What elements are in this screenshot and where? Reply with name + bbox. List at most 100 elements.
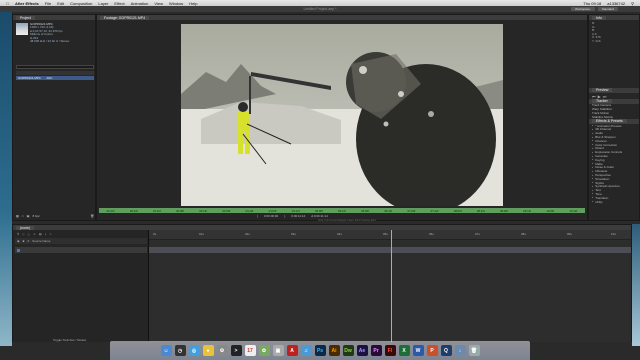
draft-3d-icon[interactable]: △ bbox=[28, 232, 30, 236]
excel-icon[interactable]: X bbox=[398, 345, 410, 356]
dreamweaver-icon[interactable]: Dw bbox=[342, 345, 354, 356]
flash-icon[interactable]: Fl bbox=[384, 345, 396, 356]
ruler-tick: 00:12f bbox=[106, 208, 115, 213]
snowboard-scene-image bbox=[181, 24, 503, 206]
downloads-icon[interactable]: ↓ bbox=[454, 345, 466, 356]
footage-frame[interactable] bbox=[181, 24, 503, 206]
powerpoint-icon[interactable]: P bbox=[426, 345, 438, 356]
new-folder-icon[interactable]: □ bbox=[22, 214, 24, 218]
interpret-footage-icon[interactable]: ▩ bbox=[16, 214, 19, 218]
menu-layer[interactable]: Layer bbox=[98, 1, 108, 6]
photoshop-icon[interactable]: Ps bbox=[314, 345, 326, 356]
ruler-tick: 06:12f bbox=[384, 208, 393, 213]
first-frame-icon[interactable]: ⏮ bbox=[592, 94, 596, 99]
premiere-icon[interactable]: Pr bbox=[370, 345, 382, 356]
ruler-tick: 06:00f bbox=[361, 208, 369, 213]
timeline-ruler[interactable]: 0s 01s 02s 03s 04s 05s 06s 07s 08s 09s 1… bbox=[149, 230, 631, 240]
clock[interactable]: Thu 09:18 bbox=[583, 1, 601, 6]
menu-view[interactable]: View bbox=[154, 1, 163, 6]
illustrator-icon[interactable]: Ai bbox=[328, 345, 340, 356]
spotlight-icon[interactable]: ⚲ bbox=[631, 1, 634, 6]
tab-footage[interactable]: Footage: GOPR0121.MP4 bbox=[100, 15, 150, 20]
project-item-row[interactable]: GOPR0121.MP4 AVC bbox=[16, 76, 94, 80]
current-time-indicator[interactable] bbox=[391, 230, 392, 342]
tab-tracker[interactable]: Tracker bbox=[592, 99, 612, 104]
motion-blur-icon[interactable]: ◐ bbox=[45, 232, 47, 236]
trash-icon[interactable]: 🗑 bbox=[468, 345, 480, 356]
footage-time-ruler[interactable]: 00:12f 00:24f 01:12f 02:00f 02:12f 03:00… bbox=[99, 208, 585, 213]
calendar-icon[interactable]: 17 bbox=[244, 345, 256, 356]
timeline-ruler-tick: 0s bbox=[153, 232, 157, 236]
quicktime-icon[interactable]: Q bbox=[440, 345, 452, 356]
graph-editor-icon[interactable]: ≈ bbox=[50, 232, 52, 236]
last-frame-icon[interactable]: ⏭ bbox=[603, 94, 607, 99]
desktop-background-right bbox=[632, 224, 640, 346]
word-icon[interactable]: W bbox=[412, 345, 424, 356]
window-title-bar: Untitled Project.aep * Workspace: Standa… bbox=[0, 6, 640, 12]
trash-icon[interactable]: 🗑 bbox=[90, 214, 94, 218]
ruler-tick: 10:00f bbox=[546, 208, 555, 213]
after-effects-icon[interactable]: Ae bbox=[356, 345, 368, 356]
photos-icon[interactable]: ✿ bbox=[258, 345, 270, 356]
desktop-background-left bbox=[0, 6, 12, 346]
app-menu[interactable]: After Effects bbox=[15, 1, 39, 6]
tab-preview[interactable]: Preview bbox=[592, 88, 613, 93]
menu-help[interactable]: Help bbox=[189, 1, 197, 6]
apple-menu-icon[interactable]:  bbox=[6, 1, 9, 6]
system-preferences-icon[interactable]: ⚙ bbox=[216, 345, 228, 356]
set-in-point-icon[interactable]: { bbox=[257, 214, 258, 218]
workspace-label: Workspace: bbox=[571, 7, 595, 11]
preview-icon[interactable]: ▣ bbox=[272, 345, 284, 356]
label-icon: ■ bbox=[22, 239, 25, 243]
ruler-tick: 03:12f bbox=[245, 208, 254, 213]
menu-composition[interactable]: Composition bbox=[70, 1, 92, 6]
search-icon[interactable]: ⚲ bbox=[17, 232, 19, 236]
expand-triangle-icon: ▸ bbox=[592, 200, 594, 204]
menu-animation[interactable]: Animation bbox=[131, 1, 149, 6]
timeline-panel: (none) ⚲ ◇ △ ☺ ▤ ◐ ≈ ◉ ■ # Source Name T… bbox=[12, 224, 632, 342]
menu-file[interactable]: File bbox=[45, 1, 51, 6]
edit-buttons-label[interactable]: Edit Untrimmed Ripple Insert Edit Overla… bbox=[267, 218, 427, 222]
expand-triangle-icon: ▸ bbox=[592, 196, 594, 200]
finder-icon[interactable]: ☺ bbox=[160, 345, 172, 356]
tab-effects-presets[interactable]: Effects & Presets bbox=[592, 119, 627, 124]
menu-effect[interactable]: Effect bbox=[114, 1, 124, 6]
dock: ☺ ◷ ◎ ● ⚙ > 17 ✿ ▣ A ♫ Ps Ai Dw Ae Pr Fl… bbox=[110, 341, 530, 360]
new-composition-icon[interactable]: ▣ bbox=[27, 214, 30, 218]
safari-icon[interactable]: ◎ bbox=[188, 345, 200, 356]
footage-info: GOPR0121.MP4 1280 x 720 (1.00) Δ 0;01;57… bbox=[30, 22, 94, 43]
tab-project[interactable]: Project bbox=[16, 15, 35, 20]
timeline-track-area[interactable]: 0s 01s 02s 03s 04s 05s 06s 07s 08s 09s 1… bbox=[149, 230, 631, 342]
menu-edit[interactable]: Edit bbox=[57, 1, 64, 6]
av-features-icon: ◉ bbox=[17, 239, 20, 243]
comp-mini-flowchart-icon[interactable]: ◇ bbox=[22, 232, 24, 236]
acrobat-icon[interactable]: A bbox=[286, 345, 298, 356]
tab-info[interactable]: Info bbox=[592, 15, 606, 20]
expand-triangle-icon: ▸ bbox=[592, 165, 594, 169]
layer-label-color[interactable] bbox=[17, 248, 20, 252]
user-menu[interactable]: a1336742 bbox=[607, 1, 625, 6]
bit-depth-button[interactable]: 8 bpc bbox=[33, 214, 40, 218]
terminal-icon[interactable]: > bbox=[230, 345, 242, 356]
dashboard-icon[interactable]: ◷ bbox=[174, 345, 186, 356]
tab-timeline[interactable]: (none) bbox=[16, 225, 35, 230]
expand-triangle-icon: ▸ bbox=[592, 192, 594, 196]
chrome-icon[interactable]: ● bbox=[202, 345, 214, 356]
project-column-header[interactable] bbox=[16, 71, 94, 75]
ruler-tick: 10:12f bbox=[569, 208, 578, 213]
timeline-ruler-tick: 05s bbox=[383, 232, 388, 236]
shy-icon[interactable]: ☺ bbox=[33, 232, 36, 236]
frame-blending-icon[interactable]: ▤ bbox=[39, 232, 42, 236]
workspace-select[interactable]: Standard bbox=[597, 7, 618, 11]
play-icon[interactable]: ▶ bbox=[598, 94, 601, 99]
source-name-header[interactable]: Source Name bbox=[32, 239, 50, 243]
itunes-icon[interactable]: ♫ bbox=[300, 345, 312, 356]
expand-triangle-icon: ▸ bbox=[592, 188, 594, 192]
footage-thumbnail bbox=[16, 23, 28, 35]
project-search-input[interactable] bbox=[16, 65, 94, 69]
timeline-layer-row[interactable] bbox=[15, 247, 147, 253]
menu-window[interactable]: Window bbox=[169, 1, 183, 6]
timeline-layer-bar[interactable] bbox=[149, 247, 631, 253]
timeline-switches: ⚲ ◇ △ ☺ ▤ ◐ ≈ bbox=[15, 230, 147, 238]
effect-category[interactable]: ▸ Utility bbox=[589, 200, 639, 204]
